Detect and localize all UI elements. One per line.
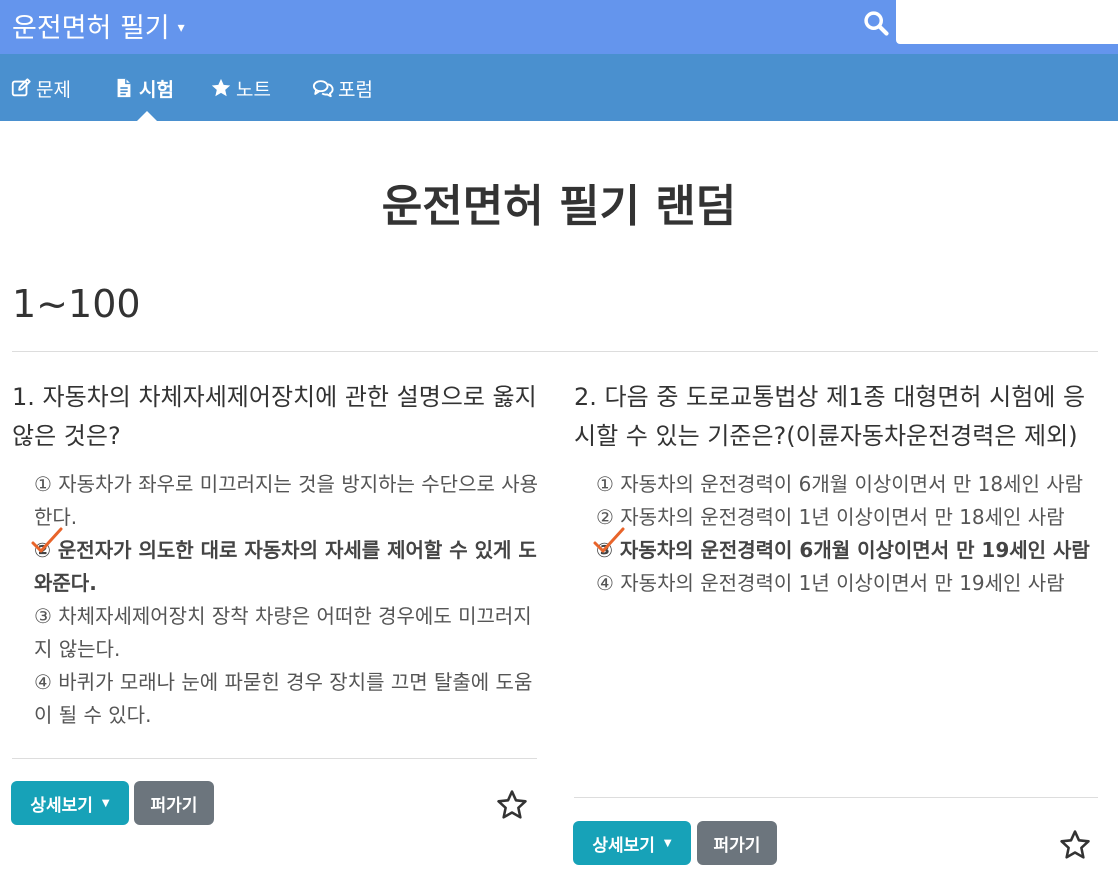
tab-forum[interactable]: 포럼 <box>312 75 373 101</box>
bookmark-star-icon[interactable] <box>495 788 529 822</box>
option-1[interactable]: ① 자동차가 좌우로 미끄러지는 것을 방지하는 수단으로 사용한다. <box>34 468 542 534</box>
app-title-text: 운전면허 필기 <box>12 13 170 44</box>
question-text: 1. 자동차의 차체자세제어장치에 관한 설명으로 옳지 않은 것은? <box>12 383 537 450</box>
detail-button[interactable]: 상세보기 ▼ <box>11 781 129 825</box>
question-card-2: 2. 다음 중 도로교통법상 제1종 대형면허 시험에 응시할 수 있는 기준은… <box>574 378 1104 600</box>
question-text: 2. 다음 중 도로교통법상 제1종 대형면허 시험에 응시할 수 있는 기준은… <box>574 383 1086 450</box>
comments-icon <box>312 80 334 98</box>
tab-label: 문제 <box>36 78 71 101</box>
star-icon <box>211 78 231 97</box>
question-2-divider <box>574 797 1098 798</box>
nav-bar: 문제 시험 노트 포럼 <box>0 54 1118 121</box>
app-title-dropdown[interactable]: 운전면허 필기 ▾ <box>12 6 185 45</box>
tab-label: 노트 <box>236 78 271 101</box>
option-text: ② 운전자가 의도한 대로 자동차의 자세를 제어할 수 있게 도와준다. <box>34 538 537 595</box>
section-divider <box>12 351 1098 352</box>
caret-down-icon: ▼ <box>663 837 672 849</box>
option-text: ③ 자동차의 운전경력이 6개월 이상이면서 만 19세인 사람 <box>596 538 1090 562</box>
file-icon <box>117 78 131 98</box>
tab-exam[interactable]: 시험 <box>113 75 174 101</box>
share-button[interactable]: 퍼가기 <box>697 821 777 865</box>
option-4[interactable]: ④ 바퀴가 모래나 눈에 파묻힌 경우 장치를 끄면 탈출에 도움이 될 수 있… <box>34 666 542 732</box>
option-4[interactable]: ④ 자동차의 운전경력이 1년 이상이면서 만 19세인 사람 <box>596 567 1104 600</box>
page-title: 운전면허 필기 랜덤 <box>381 181 737 232</box>
detail-button[interactable]: 상세보기 ▼ <box>573 821 691 865</box>
search-icon[interactable] <box>862 9 890 37</box>
question-card-1: 1. 자동차의 차체자세제어장치에 관한 설명으로 옳지 않은 것은? ① 자동… <box>12 378 542 732</box>
option-list: ① 자동차의 운전경력이 6개월 이상이면서 만 18세인 사람 ② 자동차의 … <box>574 468 1104 600</box>
option-2-correct[interactable]: ② 운전자가 의도한 대로 자동차의 자세를 제어할 수 있게 도와준다. <box>31 527 542 600</box>
detail-button-label: 상세보기 <box>30 795 93 816</box>
tab-label: 시험 <box>139 78 174 101</box>
tab-label: 포럼 <box>338 78 373 101</box>
detail-button-label: 상세보기 <box>592 835 655 856</box>
active-tab-indicator <box>137 111 157 121</box>
caret-down-icon: ▾ <box>177 20 185 36</box>
question-1-divider <box>12 758 537 759</box>
share-button[interactable]: 퍼가기 <box>134 781 214 825</box>
share-button-label: 퍼가기 <box>713 835 761 856</box>
range-heading: 1~100 <box>12 282 141 326</box>
option-3-correct[interactable]: ③ 자동차의 운전경력이 6개월 이상이면서 만 19세인 사람 <box>593 527 1104 567</box>
tab-problems[interactable]: 문제 <box>10 75 71 101</box>
caret-down-icon: ▼ <box>101 797 110 809</box>
share-button-label: 퍼가기 <box>150 795 198 816</box>
option-1[interactable]: ① 자동차의 운전경력이 6개월 이상이면서 만 18세인 사람 <box>596 468 1104 501</box>
edit-icon <box>11 78 31 97</box>
tab-notes[interactable]: 노트 <box>210 75 271 101</box>
option-2[interactable]: ② 자동차의 운전경력이 1년 이상이면서 만 18세인 사람 <box>596 501 1104 534</box>
search-input[interactable] <box>896 0 1118 44</box>
bookmark-star-icon[interactable] <box>1058 828 1092 862</box>
option-list: ① 자동차가 좌우로 미끄러지는 것을 방지하는 수단으로 사용한다. ② 운전… <box>12 468 542 732</box>
top-bar: 운전면허 필기 ▾ <box>0 0 1118 54</box>
option-3[interactable]: ③ 차체자세제어장치 장착 차량은 어떠한 경우에도 미끄러지지 않는다. <box>34 600 542 666</box>
